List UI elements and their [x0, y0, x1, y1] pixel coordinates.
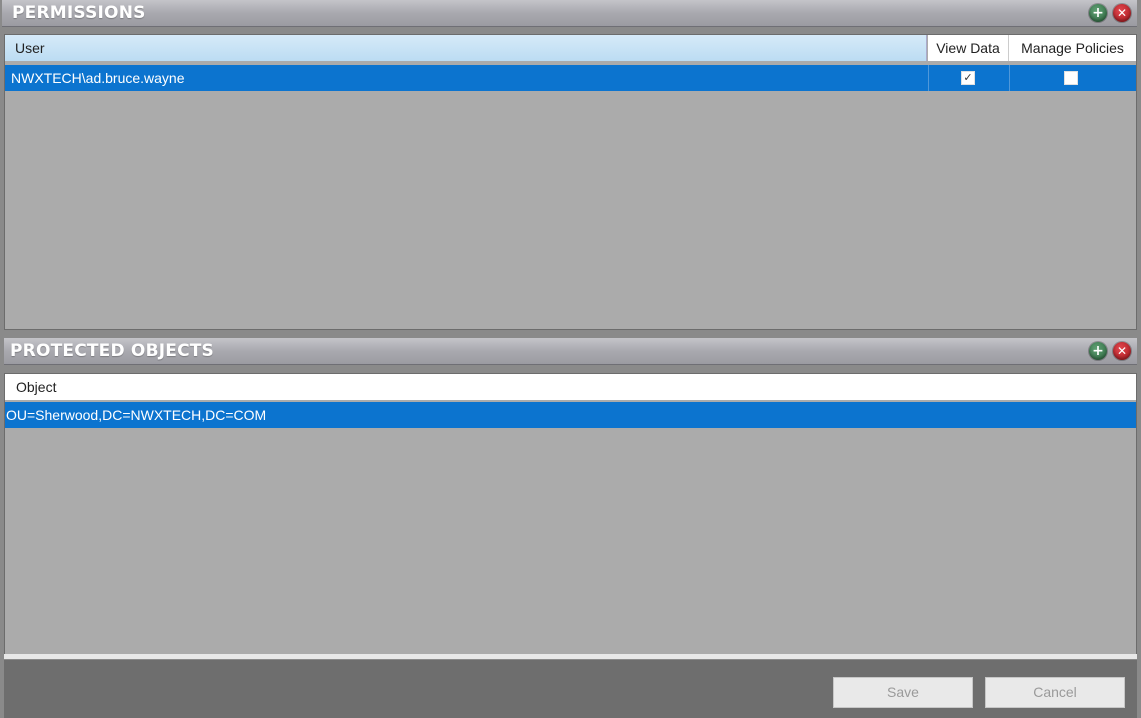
protected-objects-title: PROTECTED OBJECTS	[10, 341, 214, 361]
table-row[interactable]: OU=Sherwood,DC=NWXTECH,DC=COM	[5, 402, 1136, 428]
view-data-checkbox[interactable]: ✓	[961, 71, 975, 85]
protected-objects-grid: Object OU=Sherwood,DC=NWXTECH,DC=COM	[4, 373, 1137, 655]
dialog-footer: Save Cancel	[4, 660, 1137, 718]
column-header-object[interactable]: Object	[5, 374, 1136, 400]
view-data-cell: ✓	[928, 65, 1009, 91]
permissions-header: PERMISSIONS + ✕	[2, 0, 1137, 27]
table-row[interactable]: NWXTECH\ad.bruce.wayne ✓	[5, 65, 1136, 91]
permissions-grid: User View Data Manage Policies NWXTECH\a…	[4, 34, 1137, 330]
save-button[interactable]: Save	[833, 677, 973, 708]
user-cell: NWXTECH\ad.bruce.wayne	[11, 70, 185, 86]
manage-policies-cell	[1009, 65, 1137, 91]
column-header-user[interactable]: User	[5, 35, 927, 61]
column-header-view-data[interactable]: View Data	[928, 35, 1009, 61]
object-cell: OU=Sherwood,DC=NWXTECH,DC=COM	[6, 407, 267, 423]
protected-objects-header: PROTECTED OBJECTS + ✕	[4, 338, 1137, 365]
objects-column-headers: Object	[5, 374, 1136, 400]
add-object-icon[interactable]: +	[1089, 342, 1107, 360]
permissions-column-headers: User View Data Manage Policies	[5, 35, 1136, 61]
manage-policies-checkbox[interactable]	[1064, 71, 1078, 85]
add-permission-icon[interactable]: +	[1089, 4, 1107, 22]
remove-permission-icon[interactable]: ✕	[1113, 4, 1131, 22]
permissions-title: PERMISSIONS	[12, 3, 146, 23]
column-header-manage-policies[interactable]: Manage Policies	[1009, 35, 1136, 61]
cancel-button[interactable]: Cancel	[985, 677, 1125, 708]
grid-bottom-divider	[4, 654, 1137, 659]
remove-object-icon[interactable]: ✕	[1113, 342, 1131, 360]
